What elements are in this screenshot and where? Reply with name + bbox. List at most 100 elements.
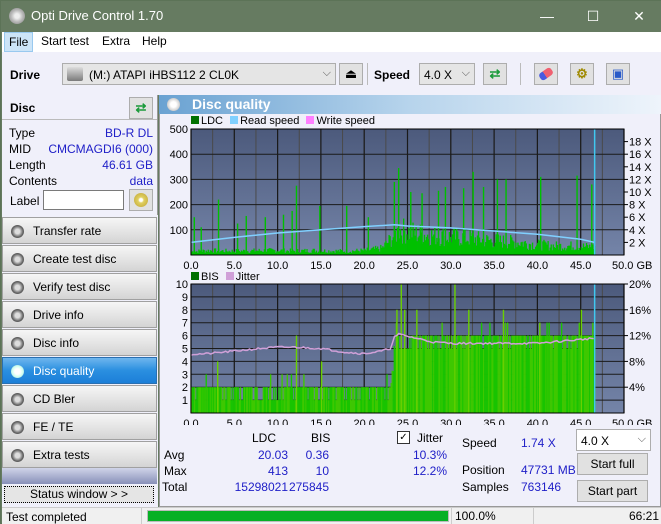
- disc-icon: [11, 225, 24, 238]
- nav-fe-te[interactable]: FE / TE: [2, 413, 157, 440]
- start-full-button[interactable]: Start full: [577, 453, 648, 475]
- nav-extra-tests[interactable]: Extra tests: [2, 441, 157, 468]
- max-jitter: 12.2%: [413, 464, 448, 478]
- x-tick: 0.0: [183, 418, 198, 425]
- status-divider: [451, 508, 452, 524]
- nav-disc-info[interactable]: Disc info: [2, 329, 157, 356]
- ldc-chart: 500 400 300 200 100 18 X16 X14 X12 X10 X8 X6 …: [170, 124, 653, 269]
- nav-transfer-rate[interactable]: Transfer rate: [2, 217, 157, 244]
- save-button[interactable]: ▣: [606, 63, 630, 85]
- max-bis: 10: [315, 464, 329, 478]
- spike-bar: [236, 223, 239, 255]
- x-tick: 20.0: [353, 418, 374, 425]
- field-key: Contents: [9, 174, 58, 188]
- disc-icon: [11, 421, 24, 434]
- y-tick-right: 10 X: [629, 187, 652, 199]
- disc-icon: [11, 253, 24, 266]
- nav-label: Drive info: [33, 308, 84, 322]
- spike-bar: [437, 190, 440, 255]
- menu-file[interactable]: File: [4, 32, 34, 52]
- row-max-label: Max: [164, 464, 187, 478]
- total-ldc: 15298021: [234, 480, 288, 494]
- menu-help[interactable]: Help: [142, 34, 167, 48]
- settings-icon: ⚙: [576, 66, 588, 81]
- disc-icon: [11, 337, 24, 350]
- spike-bar: [472, 171, 474, 255]
- minimize-button[interactable]: —: [524, 1, 570, 32]
- eject-button[interactable]: ⏏: [339, 63, 363, 85]
- spike-bar: [393, 181, 396, 255]
- disc-quality-icon: [167, 98, 180, 111]
- start-part-button[interactable]: Start part: [577, 480, 648, 502]
- field-key: Type: [9, 126, 36, 140]
- label-input[interactable]: [43, 190, 124, 210]
- spike-bar: [264, 217, 267, 255]
- save-icon: ▣: [611, 66, 625, 81]
- disc-label-button[interactable]: [129, 189, 153, 211]
- nav-cd-bler[interactable]: CD Bler: [2, 385, 157, 412]
- refresh-button[interactable]: ⇄: [483, 63, 507, 85]
- chevron-down-icon: ⌵: [322, 67, 331, 79]
- spike-bar: [591, 184, 593, 255]
- max-ldc: 413: [267, 464, 288, 478]
- toolbar-separator: [367, 63, 368, 85]
- nav-spacer: [2, 468, 157, 484]
- refresh-icon: ⇄: [489, 66, 501, 81]
- avg-ldc: 20.03: [257, 448, 288, 462]
- field-key: Length: [9, 158, 46, 172]
- y-tick-left: 5: [182, 344, 188, 356]
- maximize-button[interactable]: ☐: [570, 1, 616, 32]
- disc-icon: [11, 309, 24, 322]
- erase-button[interactable]: [534, 63, 558, 85]
- progress-bar: [147, 510, 449, 522]
- x-tick: 20.0: [353, 260, 374, 269]
- spike-bar: [291, 210, 293, 255]
- nav-label: Disc quality: [33, 364, 95, 378]
- x-tick: 10.0: [267, 260, 288, 269]
- test-speed-value: 4.0 X: [581, 434, 610, 448]
- test-speed-select[interactable]: 4.0 X ⌵: [576, 429, 651, 451]
- nav-verify-test-disc[interactable]: Verify test disc: [2, 273, 157, 300]
- eject-icon: ⏏: [344, 66, 358, 81]
- samples-value: 763146: [521, 480, 562, 494]
- avg-bis: 0.36: [305, 448, 329, 462]
- status-window-button[interactable]: Status window > >: [4, 486, 154, 503]
- progress-percent: 100.0%: [455, 509, 496, 523]
- app-icon: [9, 8, 25, 24]
- y-tick-left: 400: [170, 149, 188, 161]
- jitter-checkbox[interactable]: ✓: [397, 431, 410, 444]
- spike-bar: [217, 199, 220, 255]
- y-tick-left: 6: [182, 331, 188, 343]
- nav-disc-quality[interactable]: Disc quality: [2, 357, 157, 384]
- y-tick-right: 12 X: [629, 174, 652, 186]
- nav-label: Create test disc: [33, 252, 117, 266]
- spike-bar: [462, 188, 465, 255]
- spike-bar: [367, 217, 370, 255]
- nav-create-test-disc[interactable]: Create test disc: [2, 245, 157, 272]
- y-tick-right: 8%: [629, 356, 645, 368]
- speed-select[interactable]: 4.0 X ⌵: [419, 63, 475, 85]
- y-tick-right: 20%: [629, 279, 651, 291]
- status-divider: [141, 508, 142, 524]
- close-button[interactable]: ✕: [616, 1, 661, 32]
- nav-label: Disc info: [33, 336, 80, 350]
- menu-start-test[interactable]: Start test: [41, 34, 89, 48]
- samples-label: Samples: [462, 480, 509, 494]
- x-tick: 50.0 GB: [612, 418, 652, 425]
- settings-button[interactable]: ⚙: [570, 63, 594, 85]
- spike-bar: [282, 214, 285, 255]
- y-tick-left: 7: [182, 318, 188, 330]
- progress-fill: [148, 511, 448, 521]
- drive-select[interactable]: (M:) ATAPI iHBS112 2 CL0K ⌵: [62, 63, 336, 85]
- disc-refresh-button[interactable]: ⇄: [129, 97, 153, 119]
- menu-extra[interactable]: Extra: [102, 34, 130, 48]
- spike-bar: [193, 217, 195, 255]
- drive-label: Drive: [10, 68, 41, 82]
- x-tick: 50.0 GB: [612, 260, 652, 269]
- col-ldc: LDC: [252, 431, 277, 445]
- nav-drive-info[interactable]: Drive info: [2, 301, 157, 328]
- spike-bar: [396, 309, 398, 413]
- nav-label: FE / TE: [33, 420, 74, 434]
- menu-bar: File Start test Extra Help: [2, 32, 661, 52]
- field-value: CMCMAGDI6 (000): [48, 142, 153, 156]
